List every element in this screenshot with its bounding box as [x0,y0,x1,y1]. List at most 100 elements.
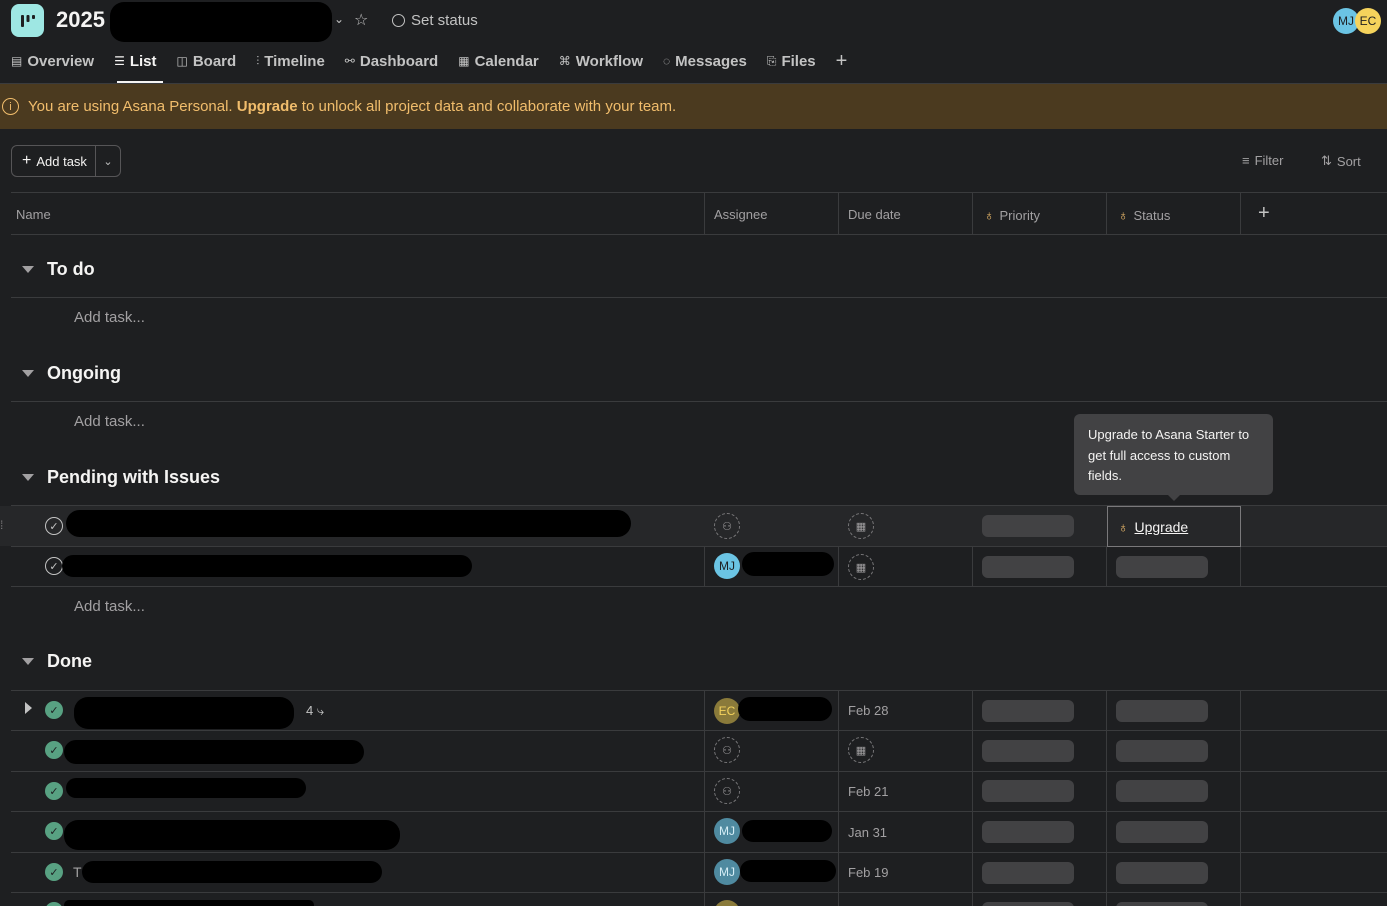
task-name-partial[interactable]: T [73,864,82,880]
calendar-placeholder-icon[interactable]: ▦ [848,554,874,580]
redacted-assignee-name [742,820,832,842]
status-locked-field [1116,902,1208,906]
completed-check-icon[interactable]: ✓ [45,822,63,840]
assignee-avatar[interactable]: EC [714,698,740,724]
calendar-placeholder-icon[interactable]: ▦ [848,513,874,539]
active-tab-underline [117,81,163,83]
banner-text-after: to unlock all project data and collabora… [301,98,677,115]
add-task-inline[interactable]: Add task... [74,598,145,615]
star-icon[interactable]: ☆ [354,10,368,30]
column-header-status[interactable]: ♁ Status [1118,207,1170,223]
due-date[interactable]: Feb 19 [848,865,888,880]
add-tab-plus-icon[interactable]: + [836,50,848,72]
overview-icon: ▤ [11,54,23,68]
section-todo[interactable]: To do [22,259,95,280]
completed-check-icon[interactable]: ✓ [45,701,63,719]
divider [11,690,1387,691]
tab-calendar[interactable]: ▦ Calendar [458,50,539,72]
tab-overview[interactable]: ▤ Overview [11,50,94,72]
status-locked-field [1116,700,1208,722]
collapse-triangle-icon[interactable] [22,370,34,377]
redacted-task-name [64,820,400,850]
collapse-triangle-icon[interactable] [22,266,34,273]
dashboard-icon: ⚯ [344,54,355,68]
project-tabs: ▤ Overview ☰ List ◫ Board ⫶ Timeline ⚯ Dashbo… [11,50,867,72]
project-list-glyph-icon [20,14,35,27]
tooltip-arrow [1167,494,1181,501]
completed-check-icon[interactable]: ✓ [45,782,63,800]
project-title[interactable]: 2025 [56,7,105,33]
subtask-count[interactable]: 4 ⤷ [306,703,324,719]
tab-files[interactable]: ⎘ Files [767,50,816,72]
complete-check-icon[interactable]: ✓ [45,557,63,575]
column-label: Status [1133,207,1171,223]
sort-button[interactable]: ⇅ Sort [1321,153,1361,169]
project-members[interactable]: MJ EC [1333,8,1381,34]
subtask-icon: ⤷ [316,703,325,718]
complete-check-icon[interactable]: ✓ [45,517,63,535]
redacted-task-name [74,697,294,729]
calendar-placeholder-icon[interactable]: ▦ [848,737,874,763]
assignee-avatar[interactable]: MJ [714,818,740,844]
add-task-button[interactable]: + Add task [12,146,96,176]
assignee-placeholder-icon[interactable]: ⚇ [714,778,740,804]
due-date[interactable]: Feb 28 [848,703,888,718]
project-icon[interactable] [11,4,44,37]
column-header-priority[interactable]: ♁ Priority [984,207,1040,223]
banner-upgrade-link[interactable]: Upgrade [237,98,298,115]
tab-board[interactable]: ◫ Board [177,50,237,72]
assignee-avatar[interactable]: MJ [714,859,740,885]
drag-handle-icon[interactable]: ⁞ [0,518,3,532]
status-locked-field [1116,821,1208,843]
due-date[interactable]: Feb 21 [848,784,888,799]
col-divider [1106,691,1107,906]
add-task-inline[interactable]: Add task... [74,413,145,430]
assignee-avatar[interactable] [714,900,740,906]
column-header-name[interactable]: Name [16,207,51,222]
redacted-assignee-name [742,552,834,576]
divider [11,297,1387,298]
add-column-plus-icon[interactable]: + [1258,202,1270,225]
status-upgrade-cell[interactable]: ♁ Upgrade [1107,506,1241,547]
ribbon-icon: ♁ [1118,518,1129,535]
tab-list[interactable]: ☰ List [114,50,156,72]
section-pending-with-issues[interactable]: Pending with Issues [22,467,220,488]
set-status-label: Set status [411,12,478,29]
avatar[interactable]: EC [1355,8,1381,34]
redacted-task-name [66,778,306,798]
completed-check-icon[interactable] [45,902,63,906]
completed-check-icon[interactable]: ✓ [45,741,63,759]
chevron-down-icon[interactable]: ⌄ [334,12,344,26]
filter-button[interactable]: ≡ Filter [1242,153,1283,168]
column-header-due-date[interactable]: Due date [848,207,901,222]
add-task-inline[interactable]: Add task... [74,309,145,326]
filter-label: Filter [1254,153,1284,168]
completed-check-icon[interactable]: ✓ [45,863,63,881]
tab-timeline[interactable]: ⫶ Timeline [256,50,325,72]
section-done[interactable]: Done [22,651,92,672]
upgrade-link[interactable]: Upgrade [1135,519,1189,535]
divider [11,892,1387,893]
banner-text: You are using Asana Personal. [28,98,233,115]
collapse-triangle-icon[interactable] [22,474,34,481]
add-task-dropdown-chevron-icon[interactable]: ⌄ [96,155,120,168]
tab-label: Timeline [264,52,325,70]
tab-label: Files [781,52,816,70]
tab-dashboard[interactable]: ⚯ Dashboard [345,50,438,72]
tab-messages[interactable]: ◌ Messages [663,50,747,72]
column-header-assignee[interactable]: Assignee [714,207,767,222]
due-date[interactable]: Jan 31 [848,825,887,840]
col-divider [972,193,973,234]
column-label: Priority [999,207,1040,223]
collapse-triangle-icon[interactable] [22,658,34,665]
tab-workflow[interactable]: ⌘ Workflow [559,50,643,72]
assignee-placeholder-icon[interactable]: ⚇ [714,513,740,539]
set-status-button[interactable]: Set status [392,12,478,29]
expand-subtasks-icon[interactable] [25,702,32,714]
subtask-count-value: 4 [306,703,314,718]
assignee-placeholder-icon[interactable]: ⚇ [714,737,740,763]
ribbon-icon: ♁ [1118,207,1129,223]
section-ongoing[interactable]: Ongoing [22,363,121,384]
list-icon: ☰ [114,54,125,68]
assignee-avatar[interactable]: MJ [714,553,740,579]
